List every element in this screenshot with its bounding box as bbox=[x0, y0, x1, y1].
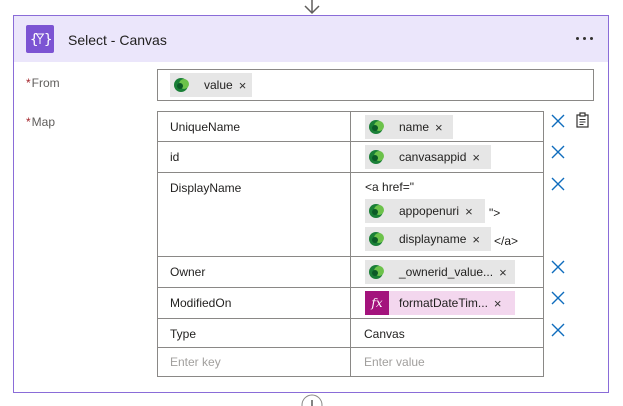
token-label: value bbox=[204, 78, 233, 92]
map-row: Type Canvas bbox=[158, 319, 543, 348]
dataverse-icon bbox=[365, 115, 389, 139]
delete-row-icon[interactable] bbox=[550, 144, 566, 160]
new-map-row: Enter key Enter value bbox=[158, 348, 543, 376]
dataverse-icon bbox=[365, 227, 389, 251]
down-arrow-icon bbox=[304, 0, 320, 15]
token-remove-icon[interactable]: × bbox=[435, 120, 443, 135]
map-key-cell[interactable]: ModifiedOn bbox=[158, 288, 351, 318]
new-key-input[interactable]: Enter key bbox=[158, 348, 351, 376]
token-label: name bbox=[399, 120, 430, 134]
map-key-cell[interactable]: DisplayName bbox=[158, 173, 351, 256]
expression-token[interactable]: fx formatDateTim... × bbox=[365, 291, 515, 315]
token-remove-icon[interactable]: × bbox=[239, 78, 247, 93]
delete-row-icon[interactable] bbox=[550, 113, 566, 129]
value-token[interactable]: displayname × bbox=[365, 227, 491, 251]
value-token[interactable]: appopenuri × bbox=[365, 199, 485, 223]
value-token[interactable]: _ownerid_value... × bbox=[365, 260, 515, 284]
map-key-cell[interactable]: id bbox=[158, 142, 351, 172]
map-value-cell[interactable]: <a href=" appopenuri × "> displayname × bbox=[351, 173, 543, 256]
token-remove-icon[interactable]: × bbox=[472, 150, 480, 165]
map-key-cell[interactable]: UniqueName bbox=[158, 112, 351, 141]
value-text: </a> bbox=[494, 234, 519, 248]
value-text: <a href=" bbox=[365, 180, 414, 194]
value-text: Canvas bbox=[364, 327, 405, 341]
card-header[interactable]: { } Select - Canvas bbox=[14, 16, 608, 62]
from-token-value[interactable]: value × bbox=[170, 73, 252, 97]
value-text: "> bbox=[489, 206, 501, 220]
card-title[interactable]: Select - Canvas bbox=[68, 32, 167, 48]
token-remove-icon[interactable]: × bbox=[499, 265, 507, 280]
from-input[interactable]: value × bbox=[157, 69, 594, 101]
dataverse-icon bbox=[365, 145, 389, 169]
token-remove-icon[interactable]: × bbox=[472, 232, 480, 247]
token-label: appopenuri bbox=[399, 204, 460, 218]
map-label: *Map bbox=[26, 115, 56, 129]
delete-row-icon[interactable] bbox=[550, 322, 566, 338]
select-action-card: { } Select - Canvas *From value × *Map U… bbox=[13, 15, 609, 393]
map-row: DisplayName <a href=" appopenuri × "> di… bbox=[158, 173, 543, 257]
map-value-cell[interactable]: fx formatDateTim... × bbox=[351, 288, 543, 318]
map-value-cell[interactable]: Canvas bbox=[351, 319, 543, 347]
value-token[interactable]: name × bbox=[365, 115, 453, 139]
map-row: Owner _ownerid_value... × bbox=[158, 257, 543, 288]
svg-text:}: } bbox=[44, 32, 52, 48]
dataverse-icon bbox=[365, 199, 389, 223]
dataverse-icon bbox=[365, 260, 389, 284]
more-options-button[interactable] bbox=[572, 29, 598, 47]
add-step-icon[interactable] bbox=[300, 393, 324, 406]
map-row: UniqueName name × bbox=[158, 112, 543, 142]
delete-row-icon[interactable] bbox=[550, 290, 566, 306]
delete-row-icon[interactable] bbox=[550, 259, 566, 275]
map-row: id canvasappid × bbox=[158, 142, 543, 173]
delete-row-icon[interactable] bbox=[550, 176, 566, 192]
map-value-cell[interactable]: name × bbox=[351, 112, 543, 141]
token-label: _ownerid_value... bbox=[399, 265, 494, 279]
fx-icon: fx bbox=[365, 291, 389, 315]
map-key-cell[interactable]: Owner bbox=[158, 257, 351, 287]
map-value-cell[interactable]: _ownerid_value... × bbox=[351, 257, 543, 287]
map-row: ModifiedOn fx formatDateTim... × bbox=[158, 288, 543, 319]
token-label: formatDateTim... bbox=[399, 296, 488, 310]
map-value-cell[interactable]: canvasappid × bbox=[351, 142, 543, 172]
new-value-input[interactable]: Enter value bbox=[351, 348, 543, 376]
token-remove-icon[interactable]: × bbox=[494, 296, 502, 311]
from-label: *From bbox=[26, 76, 60, 90]
map-key-cell[interactable]: Type bbox=[158, 319, 351, 347]
map-table: UniqueName name × id canvasappid × Displ… bbox=[157, 111, 544, 377]
data-operation-icon: { } bbox=[26, 25, 54, 53]
token-label: canvasappid bbox=[399, 150, 467, 164]
token-remove-icon[interactable]: × bbox=[465, 204, 473, 219]
token-label: displayname bbox=[399, 232, 467, 246]
dataverse-icon bbox=[170, 73, 194, 97]
switch-to-text-mode-icon[interactable] bbox=[573, 111, 591, 129]
value-token[interactable]: canvasappid × bbox=[365, 145, 491, 169]
